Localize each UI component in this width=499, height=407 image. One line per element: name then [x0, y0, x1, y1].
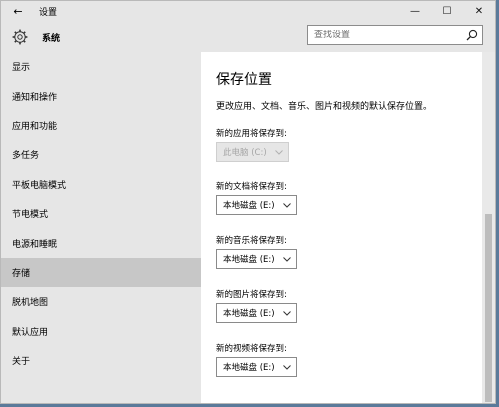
- sidebar-item-offline-maps[interactable]: 脱机地图: [1, 287, 201, 316]
- minimize-button[interactable]: —: [399, 1, 431, 22]
- settings-window: ← 设置 — ☐ ✕ 系统 查找设置 显示 通知和操作 应用和功能 多任务 平板…: [0, 0, 496, 404]
- sidebar-item-tablet-mode[interactable]: 平板电脑模式: [1, 170, 201, 199]
- music-save-label: 新的音乐将保存到:: [216, 236, 287, 246]
- content-scrollbar[interactable]: [482, 52, 495, 403]
- sidebar-item-power-sleep[interactable]: 电源和睡眠: [1, 228, 201, 257]
- page-title: 保存位置: [216, 72, 272, 88]
- sidebar-item-label: 多任务: [12, 151, 40, 162]
- back-arrow-icon: ←: [13, 5, 23, 18]
- chevron-down-icon: [283, 256, 291, 262]
- section-title: 系统: [42, 33, 61, 44]
- chevron-down-icon: [283, 364, 291, 370]
- close-button[interactable]: ✕: [463, 1, 495, 22]
- maximize-icon: ☐: [442, 6, 452, 17]
- videos-save-dropdown[interactable]: 本地磁盘 (E:): [216, 357, 297, 377]
- minimize-icon: —: [410, 6, 420, 17]
- window-controls: — ☐ ✕: [399, 1, 495, 22]
- close-icon: ✕: [474, 6, 484, 17]
- dropdown-value: 本地磁盘 (E:): [223, 255, 275, 265]
- sidebar-item-label: 电源和睡眠: [12, 239, 58, 250]
- search-box[interactable]: [307, 25, 483, 45]
- sidebar-item-battery-saver[interactable]: 节电模式: [1, 199, 201, 228]
- sidebar-item-about[interactable]: 关于: [1, 346, 201, 375]
- apps-save-dropdown: 此电脑 (C:): [216, 142, 289, 162]
- sidebar-item-label: 平板电脑模式: [12, 180, 67, 191]
- sidebar-item-label: 节电模式: [12, 210, 49, 221]
- sidebar-item-storage[interactable]: 存储: [1, 257, 201, 288]
- sidebar-item-notifications[interactable]: 通知和操作: [1, 81, 201, 110]
- content-pane: 保存位置 更改应用、文档、音乐、图片和视频的默认保存位置。 新的应用将保存到: …: [201, 52, 484, 403]
- videos-save-label: 新的视频将保存到:: [216, 344, 287, 354]
- search-input[interactable]: [308, 30, 462, 40]
- back-button[interactable]: ←: [1, 1, 35, 22]
- page-description: 更改应用、文档、音乐、图片和视频的默认保存位置。: [216, 102, 433, 112]
- scrollbar-thumb[interactable]: [485, 214, 492, 402]
- sidebar-item-label: 存储: [12, 268, 31, 279]
- sidebar-item-label: 显示: [12, 63, 31, 74]
- dropdown-value: 本地磁盘 (E:): [223, 309, 275, 319]
- chevron-down-icon: [275, 149, 283, 155]
- sidebar-item-label: 关于: [12, 357, 31, 368]
- settings-header: 系统: [1, 22, 495, 52]
- documents-save-label: 新的文档将保存到:: [216, 182, 287, 192]
- chevron-down-icon: [283, 202, 291, 208]
- gear-icon: [12, 29, 28, 45]
- music-save-dropdown[interactable]: 本地磁盘 (E:): [216, 249, 297, 269]
- sidebar-nav: 显示 通知和操作 应用和功能 多任务 平板电脑模式 节电模式 电源和睡眠 存储 …: [1, 52, 201, 403]
- apps-save-label: 新的应用将保存到:: [216, 129, 287, 139]
- dropdown-value: 此电脑 (C:): [223, 148, 267, 158]
- sidebar-item-label: 通知和操作: [12, 92, 58, 103]
- dropdown-value: 本地磁盘 (E:): [223, 201, 275, 211]
- chevron-down-icon: [283, 310, 291, 316]
- title-bar: ← 设置 — ☐ ✕: [1, 1, 495, 22]
- documents-save-dropdown[interactable]: 本地磁盘 (E:): [216, 195, 297, 215]
- sidebar-item-label: 应用和功能: [12, 121, 58, 132]
- sidebar-item-label: 脱机地图: [12, 298, 49, 309]
- sidebar-item-apps[interactable]: 应用和功能: [1, 111, 201, 140]
- sidebar-item-display[interactable]: 显示: [1, 52, 201, 81]
- search-icon[interactable]: [462, 29, 482, 41]
- maximize-button[interactable]: ☐: [431, 1, 463, 22]
- sidebar-item-label: 默认应用: [12, 327, 49, 338]
- dropdown-value: 本地磁盘 (E:): [223, 363, 275, 373]
- window-title: 设置: [39, 8, 58, 18]
- sidebar-item-default-apps[interactable]: 默认应用: [1, 317, 201, 346]
- pictures-save-label: 新的图片将保存到:: [216, 290, 287, 300]
- pictures-save-dropdown[interactable]: 本地磁盘 (E:): [216, 303, 297, 323]
- sidebar-item-multitasking[interactable]: 多任务: [1, 140, 201, 169]
